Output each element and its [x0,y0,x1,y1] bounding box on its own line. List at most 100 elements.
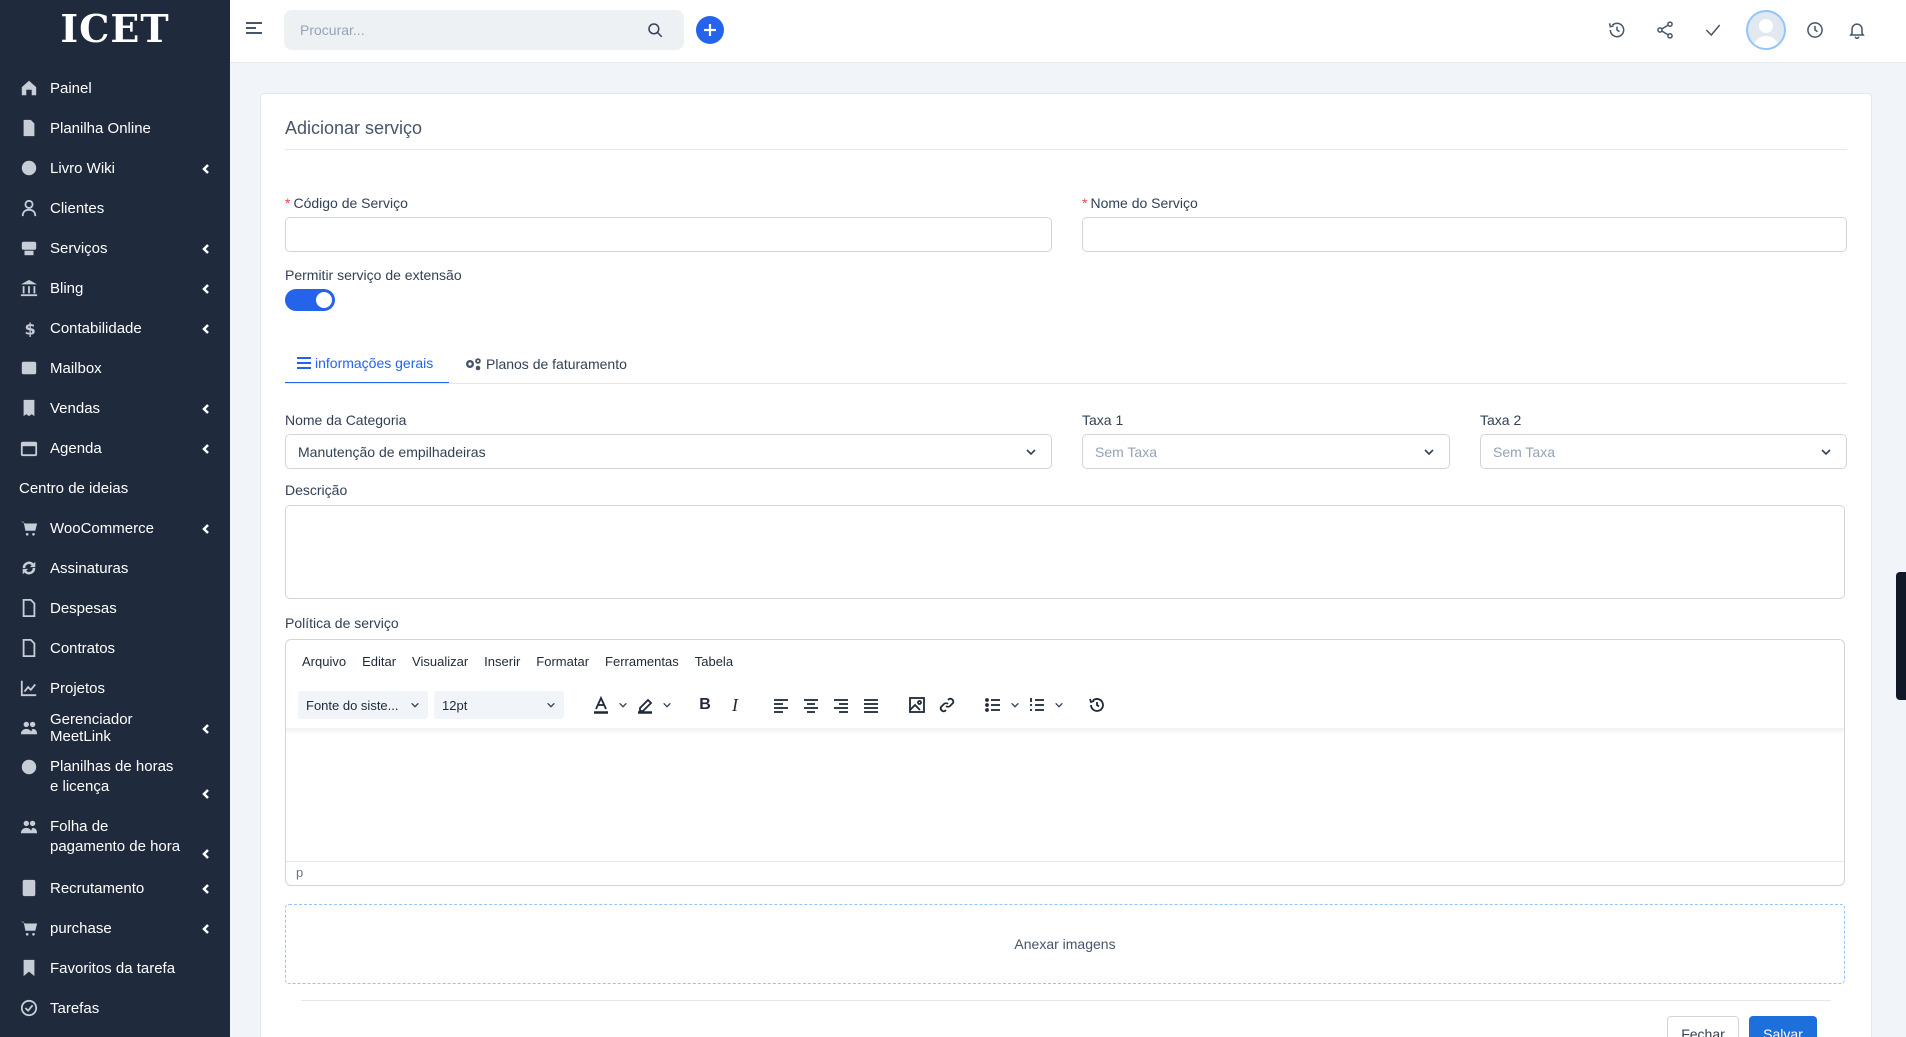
sidebar-nav: Painel Planilha Online Livro Wiki Clientes S… [0,56,230,1028]
restore-draft-icon[interactable] [1082,690,1112,720]
description-label: Descrição [285,482,348,498]
sidebar-item-label: Projetos [50,679,106,697]
search-input[interactable] [284,10,624,50]
avatar[interactable] [1746,10,1786,50]
bold-icon[interactable]: B [690,690,720,720]
description-textarea[interactable] [285,505,1845,599]
chevron-down-icon[interactable] [616,690,630,720]
sidebar-item-vendas[interactable]: Vendas [0,388,230,428]
menu-table[interactable]: Tabela [695,654,733,669]
chevron-left-icon [200,786,212,799]
category-label: Nome da Categoria [285,412,407,428]
sidebar-item-tarefas[interactable]: Tarefas [0,988,230,1028]
sidebar-item-mailbox[interactable]: Mailbox [0,348,230,388]
menu-view[interactable]: Visualizar [412,654,468,669]
sidebar-item-contabilidade[interactable]: $ Contabilidade [0,308,230,348]
sidebar-item-label: purchase [50,919,112,937]
menu-insert[interactable]: Inserir [484,654,520,669]
logo[interactable]: ICET [0,0,230,56]
top-header [230,0,1906,63]
sidebar-item-purchase[interactable]: purchase [0,908,230,948]
refresh-icon [19,558,39,578]
bank-icon [19,278,39,298]
quick-add-button[interactable] [696,16,724,44]
sidebar-item-label: WooCommerce [50,519,154,537]
clock-icon[interactable] [1804,19,1826,41]
required-mark: * [285,195,291,211]
category-select[interactable]: Manutenção de empilhadeiras [285,434,1052,469]
image-icon[interactable] [902,690,932,720]
bullet-list-icon[interactable] [978,690,1008,720]
search-icon[interactable] [646,21,664,39]
side-tools-widget[interactable] [1896,572,1906,700]
tax1-select[interactable]: Sem Taxa [1082,434,1450,469]
sidebar-item-planilha-online[interactable]: Planilha Online [0,108,230,148]
align-right-icon[interactable] [826,690,856,720]
sidebar-item-centro-de-ideias[interactable]: Centro de ideias [0,468,230,508]
text-color-icon[interactable] [586,690,616,720]
sidebar-item-painel[interactable]: Painel [0,68,230,108]
attach-images-dropzone[interactable]: Anexar imagens [285,904,1845,984]
sidebar-item-label: Planilha Online [50,119,151,137]
menu-edit[interactable]: Editar [362,654,396,669]
sidebar-item-folha-de-pagamento-de-hora[interactable]: Folha de pagamento de hora [0,808,230,868]
element-path[interactable]: p [296,865,303,880]
sidebar-item-contratos[interactable]: Contratos [0,628,230,668]
highlight-icon[interactable] [630,690,660,720]
tab-general-info[interactable]: informações gerais [285,344,449,384]
chevron-down-icon[interactable] [1052,690,1066,720]
sidebar-item-projetos[interactable]: Projetos [0,668,230,708]
italic-icon[interactable]: I [720,690,750,720]
sidebar-item-label: Serviços [50,239,108,257]
chevron-left-icon [200,402,212,414]
menu-toggle-icon[interactable] [246,22,262,38]
sidebar-item-agenda[interactable]: Agenda [0,428,230,468]
user-icon [19,198,39,218]
category-value: Manutenção de empilhadeiras [298,443,486,460]
extension-toggle[interactable] [285,289,335,311]
tabs-divider [285,383,1847,384]
sidebar-item-favoritos-da-tarefa[interactable]: Favoritos da tarefa [0,948,230,988]
tax2-select[interactable]: Sem Taxa [1480,434,1847,469]
sidebar-item-clientes[interactable]: Clientes [0,188,230,228]
align-left-icon[interactable] [766,690,796,720]
chevron-left-icon [200,162,212,174]
share-icon[interactable] [1654,19,1676,41]
align-center-icon[interactable] [796,690,826,720]
close-button[interactable]: Fechar [1667,1016,1739,1037]
numbered-list-icon[interactable] [1022,690,1052,720]
sidebar-item-label: Gerenciador MeetLink [50,711,133,745]
menu-format[interactable]: Formatar [536,654,589,669]
dollar-icon: $ [19,318,39,338]
chevron-down-icon[interactable] [660,690,674,720]
sidebar-item-bling[interactable]: Bling [0,268,230,308]
font-size-select[interactable]: 12pt [434,691,564,719]
add-service-card: Adicionar serviço * Código de Serviço * No… [260,93,1872,1037]
sidebar-item-label: Favoritos da tarefa [50,959,176,977]
sidebar-item-assinaturas[interactable]: Assinaturas [0,548,230,588]
sidebar-item-servicos[interactable]: Serviços [0,228,230,268]
editor-divider [286,728,1844,734]
history-icon[interactable] [1606,19,1628,41]
sidebar-item-recrutamento[interactable]: Recrutamento [0,868,230,908]
sidebar-item-despesas[interactable]: Despesas [0,588,230,628]
sidebar-item-gerenciador-meetlink[interactable]: Gerenciador MeetLink [0,708,230,748]
sidebar-item-livro-wiki[interactable]: Livro Wiki [0,148,230,188]
tab-billing-plans[interactable]: Planos de faturamento [464,344,627,384]
align-justify-icon[interactable] [856,690,886,720]
check-icon[interactable] [1702,19,1724,41]
service-code-input[interactable] [285,217,1052,252]
chevron-down-icon [547,702,555,708]
service-name-input[interactable] [1082,217,1847,252]
sidebar-item-woocommerce[interactable]: WooCommerce [0,508,230,548]
bell-icon[interactable] [1846,19,1868,41]
font-family-select[interactable]: Fonte do siste... [298,691,428,719]
link-icon[interactable] [932,690,962,720]
plus-icon [704,24,716,36]
save-button[interactable]: Salvar [1749,1016,1817,1037]
home-icon [19,78,39,98]
menu-file[interactable]: Arquivo [302,654,346,669]
menu-tools[interactable]: Ferramentas [605,654,679,669]
chevron-down-icon[interactable] [1008,690,1022,720]
sidebar-item-planilhas-de-horas-e-licenca[interactable]: Planilhas de horas e licença [0,748,230,808]
